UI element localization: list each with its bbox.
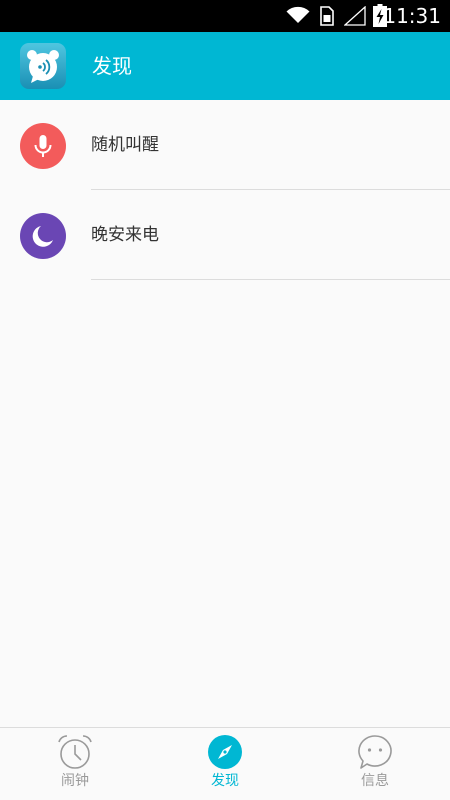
page-title: 发现	[92, 54, 132, 78]
bottom-nav: 闹钟 发现 信息	[0, 727, 450, 800]
status-time: 11:31	[383, 4, 441, 28]
chat-bubble-icon	[358, 735, 392, 769]
moon-icon	[32, 226, 53, 247]
signal-icon	[344, 6, 366, 26]
tab-discover[interactable]: 发现	[150, 728, 300, 800]
tab-label: 发现	[211, 773, 239, 789]
list-item-label: 晚安来电	[91, 225, 159, 245]
list-item-random-wakeup[interactable]: 随机叫醒	[0, 100, 450, 190]
alarm-chat-logo-icon	[20, 43, 66, 89]
wifi-icon	[286, 6, 310, 23]
microphone-icon	[34, 135, 52, 157]
tab-label: 信息	[361, 773, 389, 789]
tab-messages[interactable]: 信息	[300, 728, 450, 800]
microphone-icon-badge	[20, 123, 66, 169]
moon-icon-badge	[20, 213, 66, 259]
status-bar: 11:31	[0, 0, 450, 32]
list-item-goodnight-call[interactable]: 晚安来电	[0, 190, 450, 280]
sim-card-icon	[320, 6, 334, 26]
app-bar: 发现	[0, 32, 450, 100]
tab-alarm[interactable]: 闹钟	[0, 728, 150, 800]
list-item-label: 随机叫醒	[91, 135, 159, 155]
compass-icon	[208, 735, 242, 769]
alarm-clock-icon	[58, 735, 92, 769]
divider	[91, 279, 450, 280]
tab-label: 闹钟	[61, 773, 89, 789]
